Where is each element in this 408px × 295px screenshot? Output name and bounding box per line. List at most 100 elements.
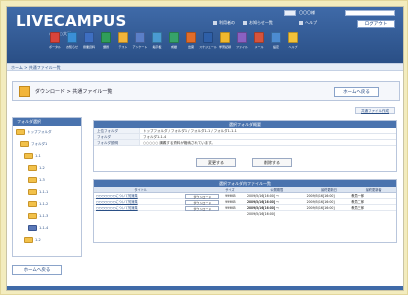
tree-item[interactable]: 1-1-3 [28, 213, 48, 219]
nav-icon [203, 32, 213, 43]
tree-item-label: 1-1 [35, 154, 41, 158]
file-title-link[interactable]: ○○○○○○○について知識集 [94, 199, 185, 204]
header-link-notices[interactable]: お知らせ一覧 [243, 20, 273, 26]
user-icon [213, 21, 217, 25]
nav-item[interactable]: 課題 [98, 32, 114, 58]
info-key: フォルダ [94, 134, 140, 139]
info-key: 上位フォルダ [94, 128, 140, 133]
nav-item[interactable]: 掲示板 [149, 32, 165, 58]
header-search-input[interactable] [345, 10, 395, 16]
nav-label: 設定 [272, 45, 279, 49]
home-button[interactable]: ホームへ戻る [334, 87, 379, 97]
nav-item[interactable]: ポータル [47, 32, 63, 58]
info-row: フォルダ説明 ○○○○○ 講義する資料が格納されています。 [94, 140, 396, 146]
tree-item-label: トップフォルダ [27, 129, 52, 134]
nav-item[interactable]: 学習記録 [217, 32, 233, 58]
info-value: フォルダ1-1-4 [143, 135, 167, 139]
folder-icon [20, 141, 29, 147]
nav-label: スケジュール [199, 45, 217, 49]
header-link-label: ヘルプ [305, 20, 317, 25]
nav-label: アンケート [132, 45, 148, 49]
nav-item[interactable]: ヘルプ [285, 32, 301, 58]
nav-item[interactable]: 授業資料 [81, 32, 97, 58]
nav-label: 授業資料 [82, 45, 95, 49]
download-button[interactable]: ダウンロード [185, 205, 220, 211]
nav-icon [84, 32, 94, 43]
file-title-link[interactable]: ○○○○○○○について知識集 [94, 205, 185, 210]
nav-item[interactable]: お知らせ [64, 32, 80, 58]
nav-item[interactable]: 成績 [166, 32, 182, 58]
logout-button[interactable]: ログアウト [357, 20, 395, 28]
header-link-help[interactable]: ヘルプ [299, 20, 317, 26]
help-icon [299, 21, 303, 25]
tree-item[interactable]: 1-1-2 [28, 201, 48, 207]
tree-item[interactable]: 1-2 [24, 237, 41, 243]
screen-frame: LIVECAMPUS ○○○○大学 〇〇〇様 利用者の お知らせ一覧 ヘルプ ロ… [0, 0, 408, 295]
notice-icon [243, 21, 247, 25]
folder-icon [28, 165, 37, 171]
last-updater: 教員一郎 [351, 194, 365, 198]
tree-item-label: 1-1-1 [39, 190, 49, 194]
nav-label: ポータル [48, 45, 61, 49]
last-updater: 教員二郎 [351, 200, 365, 204]
tree-item[interactable]: 1-1 [24, 153, 41, 159]
delete-folder-button[interactable]: 削除する [252, 158, 292, 167]
header-link-label: お知らせ一覧 [249, 20, 273, 25]
nav-label: テスト [118, 45, 128, 49]
edit-folder-button[interactable]: 変更する [196, 158, 236, 167]
download-cell: ダウンロード [185, 205, 225, 211]
info-value: ○○○○○ 講義する資料が格納されています。 [143, 141, 215, 145]
column-header: タイトル [134, 188, 148, 192]
file-size: 999KB [225, 206, 236, 210]
folder-icon [24, 153, 33, 159]
nav-label: ファイル [235, 45, 248, 49]
nav-label: メール [254, 45, 264, 49]
nav-item[interactable]: スケジュール [199, 32, 217, 58]
nav-label: 課題 [102, 45, 109, 49]
tree-item[interactable]: 1-3 [28, 177, 45, 183]
last-updater: 教員三郎 [351, 206, 365, 210]
nav-icon [152, 32, 162, 43]
file-title-link[interactable]: ○○○○○○○について知識集 [94, 193, 185, 198]
nav-item[interactable]: ファイル [234, 32, 250, 58]
nav-item[interactable]: アンケート [132, 32, 148, 58]
tree-item[interactable]: トップフォルダ [16, 129, 52, 135]
folder-sidebar: フォルダ選択 トップフォルダ フォルダ1 1-1 1-2 1-3 1-1-1 1-1-2 1-… [12, 117, 82, 257]
site-logo[interactable]: LIVECAMPUS [16, 12, 127, 30]
tree-item[interactable]: 1-1-1 [28, 189, 48, 195]
nav-item[interactable]: テスト [115, 32, 131, 58]
download-cell: ダウンロード [185, 193, 225, 199]
header: LIVECAMPUS ○○○○大学 〇〇〇様 利用者の お知らせ一覧 ヘルプ ロ… [7, 7, 403, 63]
download-button[interactable]: ダウンロード [185, 199, 220, 205]
header-link-user[interactable]: 利用者の [213, 20, 235, 26]
download-cell: ダウンロード [185, 199, 225, 205]
nav-icon [254, 32, 264, 43]
nav-item[interactable]: 設定 [268, 32, 284, 58]
nav-item[interactable]: メール [251, 32, 267, 58]
user-menu-button[interactable] [284, 10, 296, 16]
column-header: 最終更新日 [320, 188, 337, 192]
folder-icon [28, 201, 37, 207]
tree-item-label: 1-2 [35, 238, 41, 242]
file-size: 999KB [225, 194, 236, 198]
tree-item[interactable]: フォルダ1 [20, 141, 47, 147]
folder-icon [28, 189, 37, 195]
column-header: 公開期間 [270, 188, 284, 192]
page-title: ダウンロード > 共通ファイル一覧 [35, 89, 113, 95]
nav-item[interactable]: 出席 [183, 32, 199, 58]
header-link-label: 利用者の [219, 20, 235, 25]
nav-icon [101, 32, 111, 43]
tree-item-label: 1-1-2 [39, 202, 49, 206]
column-header [185, 187, 225, 192]
nav-icon [271, 32, 281, 43]
info-value: トップフォルダ / フォルダ1 / フォルダ1-1 / フォルダ1-1-1 [143, 129, 237, 133]
tree-item-label: 1-1-3 [39, 214, 49, 218]
tree-item[interactable]: 1-2 [28, 165, 45, 171]
info-key: フォルダ説明 [94, 140, 140, 145]
folder-create-link[interactable]: 共通ファイル作成 [355, 107, 395, 114]
nav-label: 成績 [170, 45, 177, 49]
tree-item[interactable]: 1-1-4 [28, 225, 48, 231]
sidebar-home-button[interactable]: ホームへ戻る [12, 265, 62, 275]
download-button[interactable]: ダウンロード [185, 193, 220, 199]
tree-item-label: 1-2 [39, 166, 45, 170]
